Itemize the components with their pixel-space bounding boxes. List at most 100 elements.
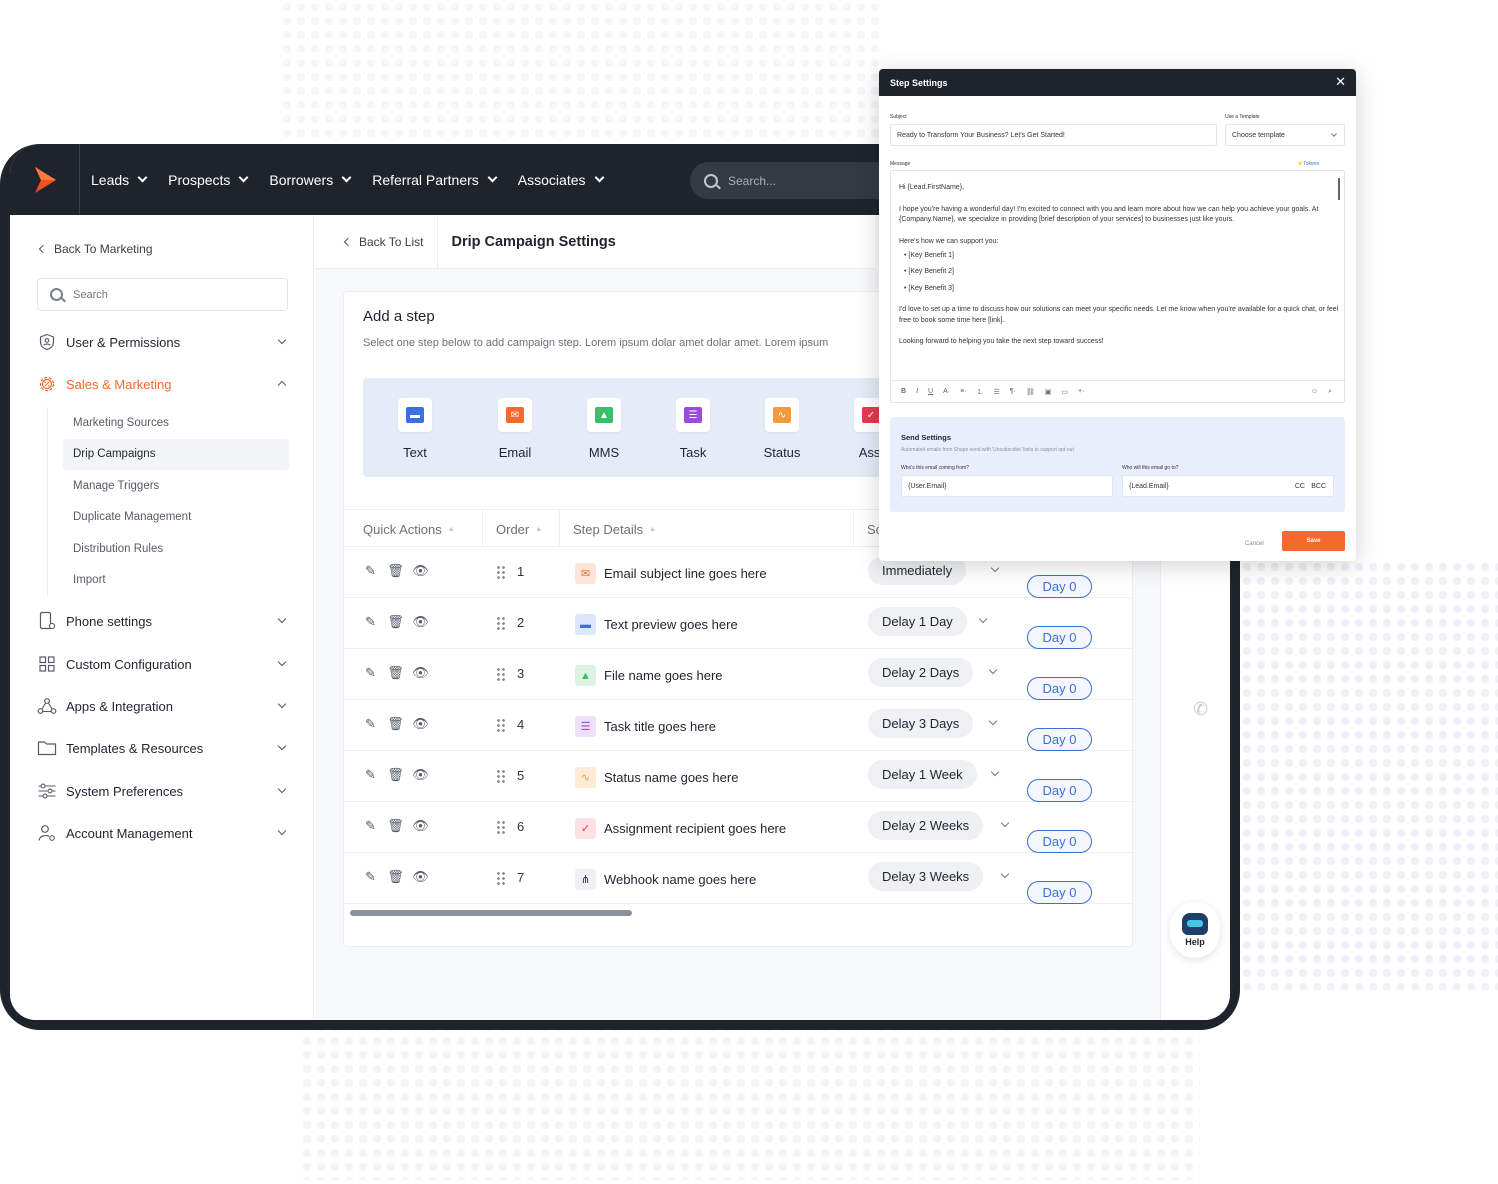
step-detail[interactable]: ⋔ Webhook name goes here (575, 869, 756, 890)
tokens-link[interactable]: ⚡Tokens (1297, 161, 1319, 167)
edit-icon[interactable]: ✎ (363, 767, 378, 782)
chevron-down-icon[interactable] (978, 614, 988, 624)
sidebar-group-templates-resources[interactable]: Templates & Resources (37, 733, 289, 763)
submenu-distribution-rules[interactable]: Distribution Rules (48, 533, 289, 565)
back-to-marketing-link[interactable]: Back To Marketing (38, 242, 153, 256)
day-badge[interactable]: Day 0 (1027, 677, 1092, 700)
schedule-select[interactable]: Delay 3 Weeks (868, 862, 984, 891)
eye-icon[interactable]: 👁 (412, 716, 429, 731)
schedule-select[interactable]: Delay 2 Weeks (868, 811, 984, 840)
sidebar-group-custom-configuration[interactable]: Custom Configuration (37, 649, 289, 679)
nav-associates[interactable]: Associates (507, 160, 614, 200)
step-detail[interactable]: ✓ Assignment recipient goes here (575, 818, 786, 839)
image-icon[interactable]: ▣ (1045, 388, 1052, 396)
submenu-manage-triggers[interactable]: Manage Triggers (48, 470, 289, 502)
drag-handle-icon[interactable] (496, 769, 506, 783)
col-step-details[interactable]: Step Details ▲ (560, 510, 854, 548)
drag-handle-icon[interactable] (496, 565, 506, 579)
schedule-select[interactable]: Delay 1 Week (868, 760, 977, 789)
paragraph-icon[interactable]: ¶· (1010, 388, 1016, 395)
message-editor[interactable]: Hi {Lead.FirstName}, I hope you're havin… (890, 170, 1346, 403)
global-search[interactable]: Search... (690, 162, 890, 199)
day-badge[interactable]: Day 0 (1027, 575, 1092, 598)
day-badge[interactable]: Day 0 (1027, 779, 1092, 802)
chevron-down-icon[interactable] (1000, 818, 1010, 828)
sidebar-search-input[interactable] (73, 288, 263, 301)
cancel-button[interactable]: Cancel (1245, 541, 1264, 547)
trash-icon[interactable]: 🗑 (387, 818, 404, 833)
italic-icon[interactable]: I (916, 388, 918, 395)
video-icon[interactable]: ▭ (1061, 388, 1068, 396)
from-input[interactable]: {User.Email} (901, 475, 1113, 497)
submenu-import[interactable]: Import (48, 565, 289, 597)
edit-icon[interactable]: ✎ (363, 716, 378, 731)
help-button[interactable]: Help (1170, 902, 1220, 958)
submenu-duplicate-management[interactable]: Duplicate Management (48, 502, 289, 534)
edit-icon[interactable]: ✎ (363, 614, 378, 629)
eye-icon[interactable]: 👁 (412, 767, 429, 782)
nav-prospects[interactable]: Prospects (157, 160, 258, 200)
day-badge[interactable]: Day 0 (1027, 881, 1092, 904)
step-type-mms[interactable]: ▲ MMS (574, 398, 634, 460)
ordered-list-icon[interactable]: ⒈ (977, 387, 984, 397)
chevron-down-icon[interactable] (1000, 869, 1010, 879)
chevron-down-icon[interactable] (990, 563, 1000, 573)
chevron-down-icon[interactable] (988, 665, 998, 675)
phone-icon[interactable]: ✆ (1193, 699, 1208, 720)
trash-icon[interactable]: 🗑 (387, 614, 404, 629)
step-type-status[interactable]: ∿ Status (752, 398, 812, 460)
edit-icon[interactable]: ✎ (363, 869, 378, 884)
schedule-select[interactable]: Delay 3 Days (868, 709, 974, 738)
drag-handle-icon[interactable] (496, 667, 506, 681)
drag-handle-icon[interactable] (496, 820, 506, 834)
submenu-drip-campaigns[interactable]: Drip Campaigns (63, 438, 289, 470)
eye-icon[interactable]: 👁 (412, 818, 429, 833)
underline-icon[interactable]: U (928, 388, 933, 395)
trash-icon[interactable]: 🗑 (387, 563, 404, 578)
save-button[interactable]: Save (1282, 531, 1345, 551)
trash-icon[interactable]: 🗑 (387, 869, 404, 884)
nav-referral-partners[interactable]: Referral Partners (361, 160, 507, 200)
bcc-button[interactable]: BCC (1311, 483, 1326, 490)
sidebar-group-apps-integration[interactable]: Apps & Integration (37, 691, 289, 721)
drag-handle-icon[interactable] (496, 871, 506, 885)
drag-handle-icon[interactable] (496, 718, 506, 732)
sidebar-group-sales-marketing[interactable]: Sales & Marketing (37, 369, 289, 399)
sidebar-group-system-preferences[interactable]: System Preferences (37, 776, 289, 806)
nav-leads[interactable]: Leads (91, 160, 157, 200)
schedule-select[interactable]: Delay 2 Days (868, 658, 974, 687)
eye-icon[interactable]: 👁 (412, 563, 429, 578)
chevron-down-icon[interactable] (988, 716, 998, 726)
day-badge[interactable]: Day 0 (1027, 830, 1092, 853)
emoji-icon[interactable]: ☺ (1311, 388, 1318, 396)
col-quick-actions[interactable]: Quick Actions ▲ (344, 510, 483, 548)
schedule-select[interactable]: Delay 1 Day (868, 607, 967, 636)
trash-icon[interactable]: 🗑 (387, 665, 404, 680)
trash-icon[interactable]: 🗑 (387, 716, 404, 731)
sidebar-search[interactable] (37, 278, 288, 311)
eye-icon[interactable]: 👁 (412, 665, 429, 680)
step-detail[interactable]: ☰ Task title goes here (575, 716, 716, 737)
sidebar-group-user-permissions[interactable]: User & Permissions (37, 327, 289, 357)
align-icon[interactable]: ≡· (960, 388, 966, 395)
back-to-list-link[interactable]: Back To List (315, 214, 439, 269)
bullet-list-icon[interactable]: ☰ (994, 388, 1000, 396)
logo[interactable] (10, 144, 80, 215)
template-select[interactable]: Choose template (1225, 124, 1345, 146)
edit-icon[interactable]: ✎ (363, 818, 378, 833)
eye-icon[interactable]: 👁 (412, 614, 429, 629)
day-badge[interactable]: Day 0 (1027, 626, 1092, 649)
submenu-marketing-sources[interactable]: Marketing Sources (48, 407, 289, 439)
close-icon[interactable]: ✕ (1335, 74, 1346, 90)
step-detail[interactable]: ▬ Text preview goes here (575, 614, 738, 635)
subject-input[interactable]: Ready to Transform Your Business? Let's … (890, 124, 1217, 146)
step-detail[interactable]: ✉ Email subject line goes here (575, 563, 767, 584)
chevron-down-icon[interactable] (990, 767, 1000, 777)
eye-icon[interactable]: 👁 (412, 869, 429, 884)
step-type-task[interactable]: ☰ Task (663, 398, 723, 460)
step-type-text[interactable]: ▬ Text (385, 398, 445, 460)
nav-borrowers[interactable]: Borrowers (258, 160, 361, 200)
font-color-icon[interactable]: A· (943, 388, 950, 395)
to-input[interactable]: {Lead.Email} CC BCC (1122, 475, 1334, 497)
link-icon[interactable]: ⛓ (1026, 388, 1035, 396)
